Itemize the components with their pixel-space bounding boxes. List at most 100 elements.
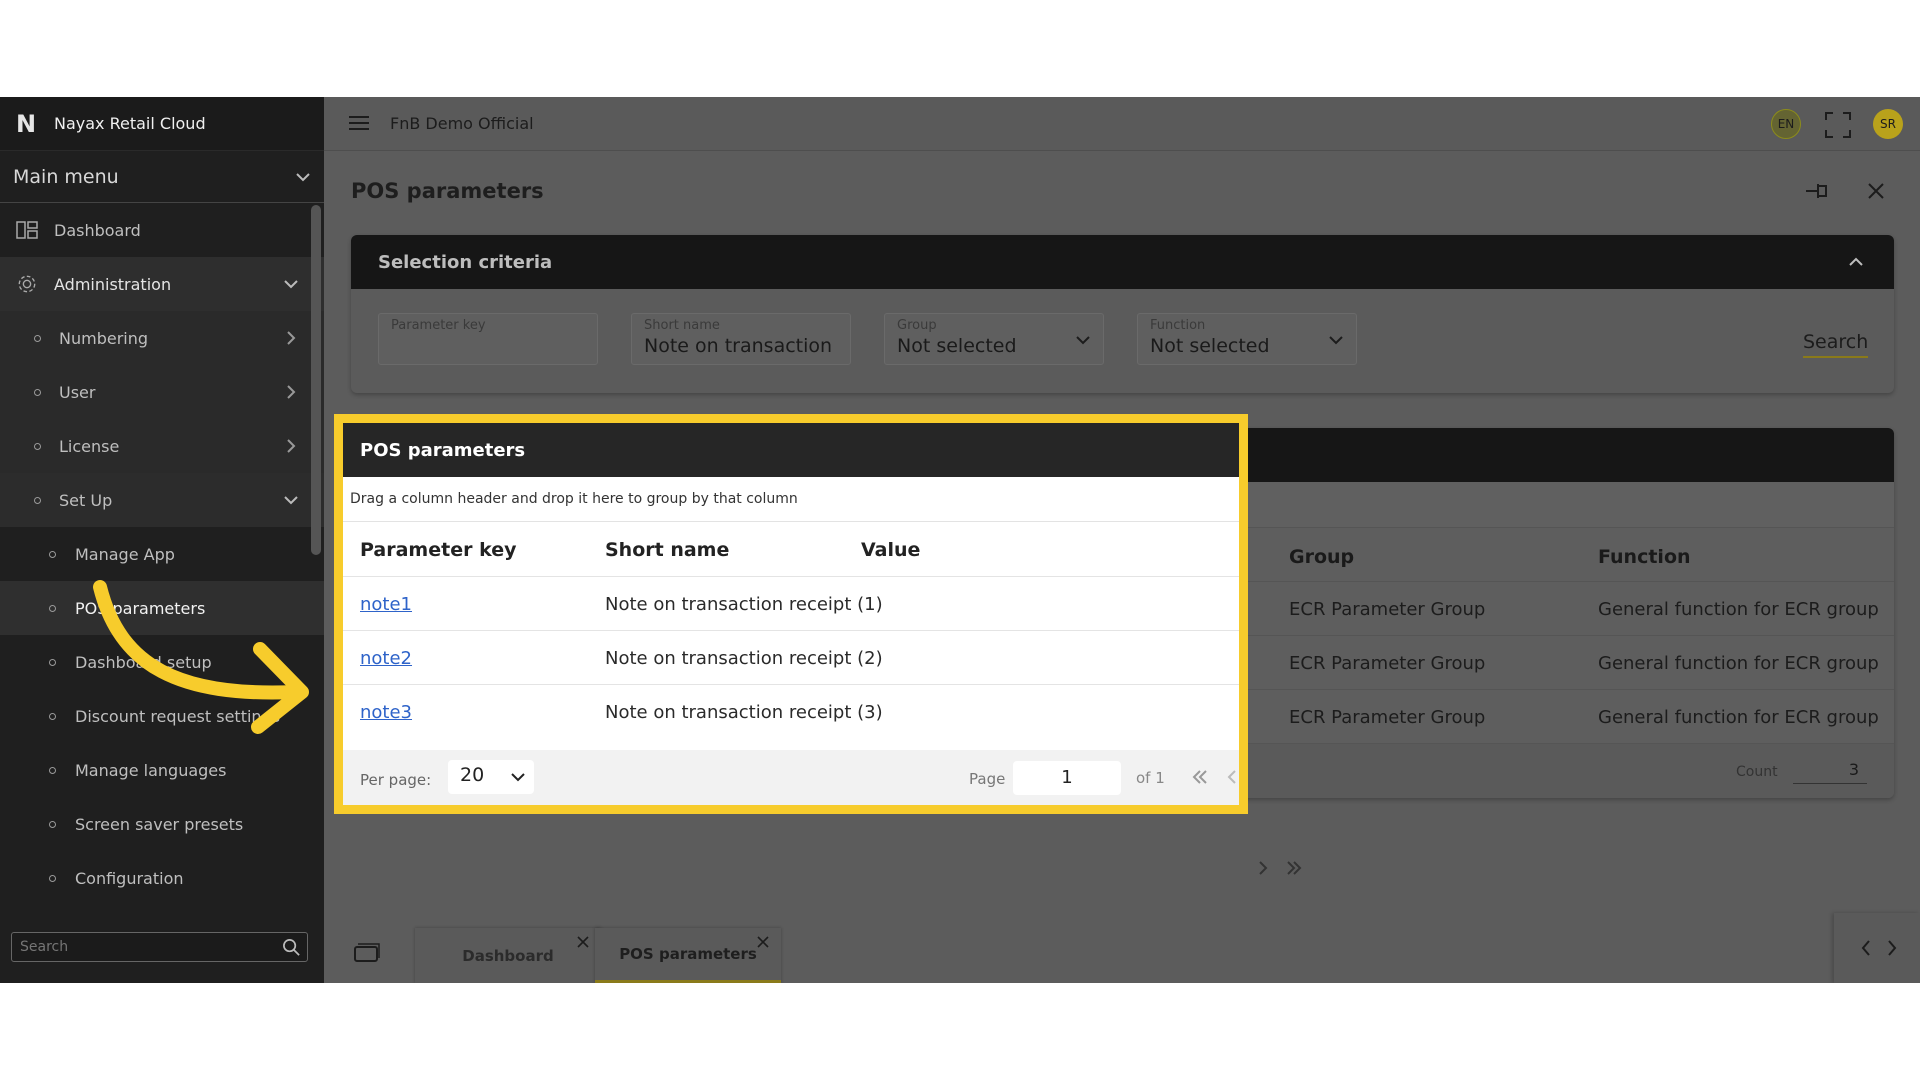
sidebar-item-label: Set Up bbox=[59, 490, 113, 510]
sidebar-item-label: Manage App bbox=[75, 544, 175, 564]
sidebar-item-screen-saver-presets[interactable]: Screen saver presets bbox=[0, 797, 324, 851]
bullet-icon bbox=[34, 443, 41, 450]
user-avatar[interactable]: SR bbox=[1873, 109, 1903, 139]
selection-criteria-panel: Selection criteria Parameter key Short n… bbox=[351, 235, 1894, 393]
grid-title: POS parameters bbox=[343, 423, 1239, 477]
sidebar-item-label: Administration bbox=[54, 274, 172, 294]
bullet-icon bbox=[49, 821, 56, 828]
sidebar-search-input[interactable] bbox=[20, 939, 270, 955]
first-page-icon[interactable] bbox=[1191, 768, 1209, 786]
parameter-link-note1[interactable]: note1 bbox=[360, 594, 412, 615]
gear-icon bbox=[18, 275, 36, 293]
tab-scroll-controls bbox=[1834, 913, 1920, 983]
per-page-label: Per page: bbox=[360, 771, 432, 789]
sidebar-item-setup[interactable]: Set Up bbox=[0, 473, 324, 527]
sidebar-item-administration[interactable]: Administration bbox=[0, 257, 324, 311]
page-title: POS parameters bbox=[351, 179, 544, 203]
annotation-arrow-icon bbox=[93, 580, 309, 734]
search-icon[interactable] bbox=[282, 938, 301, 957]
tab-dashboard[interactable]: Dashboard bbox=[415, 928, 601, 983]
group-drop-hint[interactable]: Drag a column header and drop it here to… bbox=[343, 477, 1239, 522]
main-menu-label: Main menu bbox=[13, 165, 119, 188]
field-value: Not selected bbox=[897, 335, 1017, 357]
pin-icon[interactable] bbox=[1804, 180, 1830, 202]
brand-logo: N bbox=[16, 109, 37, 138]
field-value: Note on transaction bbox=[644, 335, 833, 357]
bullet-icon bbox=[49, 713, 56, 720]
short-name-field[interactable]: Short name Note on transaction bbox=[631, 313, 851, 365]
open-tabs-bar: Dashboard POS parameters bbox=[324, 913, 1920, 983]
bullet-icon bbox=[49, 767, 56, 774]
cell-function: General function for ECR group bbox=[1598, 707, 1879, 728]
per-page-select[interactable]: 20 bbox=[448, 760, 534, 794]
column-header-group[interactable]: Group bbox=[1289, 546, 1354, 568]
sidebar-item-numbering[interactable]: Numbering bbox=[0, 311, 324, 365]
search-button[interactable]: Search bbox=[1803, 331, 1869, 358]
brand-name: Nayax Retail Cloud bbox=[54, 114, 206, 133]
sidebar-item-dashboard[interactable]: Dashboard bbox=[0, 203, 324, 257]
chevron-right-icon bbox=[287, 331, 296, 345]
tab-label: Dashboard bbox=[462, 946, 554, 965]
pos-parameters-grid: POS parameters Drag a column header and … bbox=[343, 423, 1239, 805]
field-label: Function bbox=[1150, 318, 1206, 333]
chevron-down-icon bbox=[296, 172, 310, 181]
app-window: N Nayax Retail Cloud Main menu Dashboard… bbox=[0, 97, 1920, 983]
sidebar-item-license[interactable]: License bbox=[0, 419, 324, 473]
tabs-overview-icon[interactable] bbox=[354, 943, 380, 963]
sidebar-item-configuration[interactable]: Configuration bbox=[0, 851, 324, 905]
chevron-down-icon bbox=[1329, 336, 1343, 345]
brand: N Nayax Retail Cloud bbox=[0, 97, 324, 151]
cell-short-name: Note on transaction receipt (2) bbox=[605, 648, 883, 669]
function-select[interactable]: Function Not selected bbox=[1137, 313, 1357, 365]
page-total: of 1 bbox=[1136, 769, 1165, 787]
hamburger-menu-icon[interactable] bbox=[349, 115, 369, 131]
close-icon[interactable] bbox=[1866, 181, 1886, 201]
page-label: Page bbox=[969, 770, 1006, 788]
topbar: FnB Demo Official EN SR bbox=[324, 97, 1920, 151]
fullscreen-icon[interactable] bbox=[1825, 112, 1851, 138]
selection-criteria-title: Selection criteria bbox=[378, 251, 553, 273]
field-label: Group bbox=[897, 318, 937, 333]
column-header-short-name[interactable]: Short name bbox=[605, 539, 729, 561]
column-header-parameter-key[interactable]: Parameter key bbox=[360, 539, 516, 561]
divider bbox=[343, 630, 1239, 631]
close-icon[interactable] bbox=[577, 936, 589, 948]
page-number-input[interactable]: 1 bbox=[1013, 761, 1121, 795]
group-select[interactable]: Group Not selected bbox=[884, 313, 1104, 365]
cell-function: General function for ECR group bbox=[1598, 599, 1879, 620]
sidebar-scrollbar[interactable] bbox=[311, 205, 321, 555]
parameter-link-note3[interactable]: note3 bbox=[360, 702, 412, 723]
selection-criteria-header[interactable]: Selection criteria bbox=[351, 235, 1894, 289]
parameter-key-field[interactable]: Parameter key bbox=[378, 313, 598, 365]
field-label: Parameter key bbox=[391, 318, 486, 333]
count-label: Count bbox=[1736, 764, 1778, 780]
language-switcher[interactable]: EN bbox=[1771, 109, 1801, 139]
cell-function: General function for ECR group bbox=[1598, 653, 1879, 674]
sidebar-item-manage-app[interactable]: Manage App bbox=[0, 527, 324, 581]
company-name: FnB Demo Official bbox=[390, 114, 534, 133]
field-label: Short name bbox=[644, 318, 720, 333]
chevron-up-icon[interactable] bbox=[1848, 257, 1864, 267]
bullet-icon bbox=[49, 605, 56, 612]
sidebar-item-label: Configuration bbox=[75, 868, 184, 888]
cell-short-name: Note on transaction receipt (1) bbox=[605, 594, 883, 615]
sidebar-item-label: Manage languages bbox=[75, 760, 227, 780]
parameter-link-note2[interactable]: note2 bbox=[360, 648, 412, 669]
chevron-right-icon[interactable] bbox=[1886, 939, 1898, 957]
last-page-icon[interactable] bbox=[1285, 859, 1303, 877]
count-value: 3 bbox=[1793, 756, 1867, 784]
sidebar-item-manage-languages[interactable]: Manage languages bbox=[0, 743, 324, 797]
cell-short-name: Note on transaction receipt (3) bbox=[605, 702, 883, 723]
cell-group: ECR Parameter Group bbox=[1289, 653, 1486, 674]
column-header-function[interactable]: Function bbox=[1598, 546, 1691, 568]
highlight-frame: POS parameters Drag a column header and … bbox=[334, 414, 1248, 814]
previous-page-icon[interactable] bbox=[1225, 768, 1239, 786]
column-header-value[interactable]: Value bbox=[861, 539, 920, 561]
dashboard-icon bbox=[16, 221, 38, 239]
close-icon[interactable] bbox=[757, 936, 769, 948]
main-menu-toggle[interactable]: Main menu bbox=[0, 151, 324, 203]
sidebar-item-user[interactable]: User bbox=[0, 365, 324, 419]
next-page-icon[interactable] bbox=[1256, 859, 1270, 877]
tab-pos-parameters[interactable]: POS parameters bbox=[595, 928, 781, 983]
chevron-left-icon[interactable] bbox=[1860, 939, 1872, 957]
